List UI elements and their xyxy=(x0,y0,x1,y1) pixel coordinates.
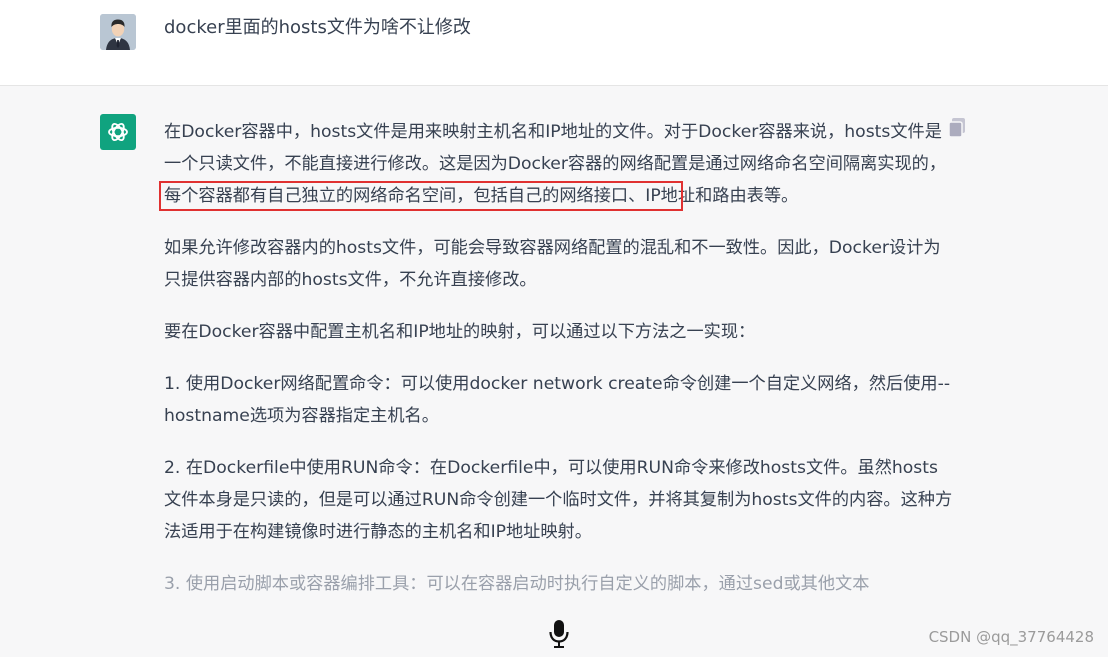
answer-list-item-3: 3. 使用启动脚本或容器编排工具：可以在容器启动时执行自定义的脚本，通过sed或… xyxy=(164,574,870,594)
answer-paragraph-2: 如果允许修改容器内的hosts文件，可能会导致容器网络配置的混乱和不一致性。因此… xyxy=(164,238,941,290)
watermark: CSDN @qq_37764428 xyxy=(928,628,1094,646)
user-avatar-icon xyxy=(100,14,136,50)
answer-paragraph-3: 要在Docker容器中配置主机名和IP地址的映射，可以通过以下方法之一实现： xyxy=(164,322,756,342)
answer-paragraph-1: 在Docker容器中，hosts文件是用来映射主机名和IP地址的文件。对于Doc… xyxy=(159,116,954,212)
answer-text: 址和路由表等。 xyxy=(677,186,799,206)
assistant-answer: 在Docker容器中，hosts文件是用来映射主机名和IP地址的文件。对于Doc… xyxy=(159,116,954,620)
user-question: docker里面的hosts文件为啥不让修改 xyxy=(164,17,471,38)
answer-list-item-2: 2. 在Dockerfile中使用RUN命令：在Dockerfile中，可以使用… xyxy=(164,458,953,542)
highlighted-text: 每个容器都有自己独立的网络命名空间，包括自己的网络接口、IP地 xyxy=(159,181,683,211)
answer-text: 在Docker容器中，hosts文件是用来映射主机名和IP地址的文件。对于Doc… xyxy=(164,122,947,174)
assistant-message: 在Docker容器中，hosts文件是用来映射主机名和IP地址的文件。对于Doc… xyxy=(0,86,1108,657)
openai-logo-icon xyxy=(100,114,136,150)
user-message: docker里面的hosts文件为啥不让修改 xyxy=(0,0,1108,86)
answer-list-item-1: 1. 使用Docker网络配置命令：可以使用docker network cre… xyxy=(164,374,951,426)
microphone-icon[interactable] xyxy=(548,619,570,649)
